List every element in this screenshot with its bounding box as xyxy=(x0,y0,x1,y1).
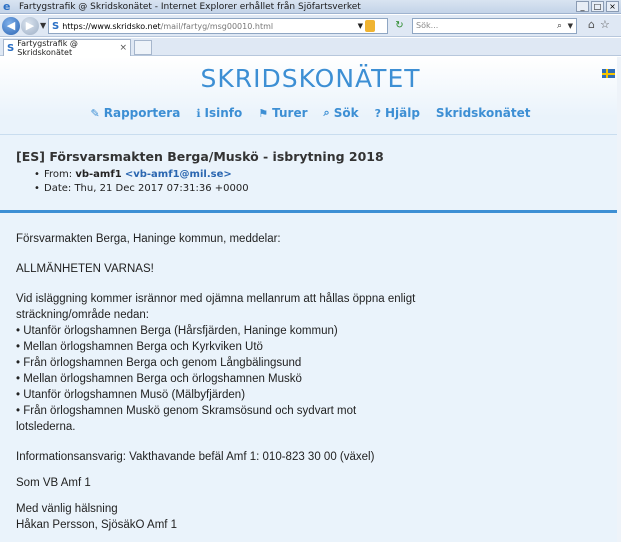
url-dropdown-icon[interactable]: ▼ xyxy=(358,22,363,30)
home-icon[interactable]: ⌂ xyxy=(588,18,595,31)
tab-favicon-icon: S xyxy=(7,42,15,54)
new-tab-button[interactable] xyxy=(134,40,152,55)
body-line: • Utanför örlogshamnen Musö (Mälbyfjärde… xyxy=(16,389,246,401)
tab-active[interactable]: S Fartygstrafik @ Skridskonätet × xyxy=(3,39,131,57)
body-line: • Mellan örlogshamnen Berga och örlogsha… xyxy=(16,373,302,385)
body-intro: Försvarmakten Berga, Haninge kommun, med… xyxy=(16,233,281,245)
history-dropdown-icon[interactable]: ▼ xyxy=(40,21,46,30)
tab-label: Fartygstrafik @ Skridskonätet xyxy=(17,39,78,57)
toolbar-icons: ⌂ ☆ xyxy=(588,18,610,31)
nav-label: Rapportera xyxy=(103,106,181,120)
search-icon: ⌕ xyxy=(323,106,330,119)
tab-row: S Fartygstrafik @ Skridskonätet × xyxy=(0,38,621,57)
from-prefix: From: xyxy=(44,169,73,180)
refresh-icon[interactable]: ↻ xyxy=(392,19,407,33)
url-path: /mail/fartyg/msg00010.html xyxy=(160,21,274,31)
nav-label: Turer xyxy=(272,106,308,120)
nav-turer[interactable]: ⚑ Turer xyxy=(258,103,307,123)
body-line: lotslederna. xyxy=(16,421,76,433)
page-scrollbar[interactable] xyxy=(617,57,621,542)
back-button[interactable]: ◀ xyxy=(2,17,20,35)
info-icon: ℹ xyxy=(196,106,201,120)
message-body: Försvarmakten Berga, Haninge kommun, med… xyxy=(16,231,612,533)
minimize-button[interactable]: _ xyxy=(576,1,589,12)
window-title: Fartygstrafik @ Skridskonätet - Internet… xyxy=(19,1,361,12)
body-line: • Mellan örlogshamnen Berga och Kyrkvike… xyxy=(16,341,263,353)
body-line: • Utanför örlogshamnen Berga (Hårsfjärde… xyxy=(16,325,338,337)
body-line: • Från örlogshamnen Muskö genom Skramsös… xyxy=(16,405,357,417)
message-title: [ES] Försvarsmakten Berga/Muskö - isbryt… xyxy=(16,149,384,164)
nav-label: Sök xyxy=(333,106,359,120)
address-bar-row: ◀ ▶ ▼ S https://www.skridsko.net /mail/f… xyxy=(0,15,621,37)
forward-button[interactable]: ▶ xyxy=(21,17,39,35)
body-sign-vb: Som VB Amf 1 xyxy=(16,477,91,489)
body-route-list: Vid isläggning kommer isrännor med ojämn… xyxy=(16,291,612,435)
body-warning: ALLMÄNHETEN VARNAS! xyxy=(16,263,154,275)
url-input[interactable]: S https://www.skridsko.net /mail/fartyg/… xyxy=(48,18,388,34)
message-date: Date: Thu, 21 Dec 2017 07:31:36 +0000 xyxy=(34,182,606,196)
nav-sok[interactable]: ⌕ Sök xyxy=(324,103,359,123)
favorites-star-icon[interactable]: ☆ xyxy=(600,18,610,31)
maximize-button[interactable]: □ xyxy=(591,1,604,12)
search-placeholder: Sök... xyxy=(416,21,439,30)
body-line: sträckning/område nedan: xyxy=(16,309,149,321)
message-meta: From: vb-amf1 <vb-amf1@mil.se> Date: Thu… xyxy=(34,168,606,196)
body-closing: Med vänlig hälsning Håkan Persson, Sjösä… xyxy=(16,501,612,533)
search-input[interactable]: Sök... ⌕ ▼ xyxy=(412,18,577,34)
window-controls: _ □ × xyxy=(576,1,619,12)
message-separator xyxy=(0,210,621,213)
closing-line: Håkan Persson, SjösäkO Amf 1 xyxy=(16,519,178,531)
swedish-flag-icon[interactable] xyxy=(602,69,615,78)
edit-icon: ✎ xyxy=(90,106,100,120)
nav-skridskonatet[interactable]: Skridskonätet xyxy=(436,103,531,123)
nav-label: Skridskonätet xyxy=(435,106,531,120)
header-divider xyxy=(0,134,621,135)
nav-label: Isinfo xyxy=(204,106,243,120)
help-icon: ? xyxy=(374,106,381,120)
close-window-button[interactable]: × xyxy=(606,1,619,12)
closing-line: Med vänlig hälsning xyxy=(16,503,118,515)
ie-icon: e xyxy=(3,0,11,13)
search-icon[interactable]: ⌕ xyxy=(557,19,562,33)
from-email-link[interactable]: <vb-amf1@mil.se> xyxy=(125,169,232,180)
site-logo[interactable]: SKRIDSKONÄTET xyxy=(0,64,621,93)
url-host: https://www.skridsko.net xyxy=(62,21,161,31)
nav-rapportera[interactable]: ✎ Rapportera xyxy=(91,103,181,123)
body-line: • Från örlogshamnen Berga och genom Lång… xyxy=(16,357,302,369)
site-favicon-icon: S xyxy=(52,20,60,32)
message-from: From: vb-amf1 <vb-amf1@mil.se> xyxy=(34,168,606,182)
flag-icon: ⚑ xyxy=(258,106,269,120)
nav-label: Hjälp xyxy=(384,106,420,120)
body-info: Informationsansvarig: Vakthavande befäl … xyxy=(16,451,375,463)
lock-icon[interactable] xyxy=(365,20,375,32)
nav-isinfo[interactable]: ℹ Isinfo xyxy=(196,103,242,123)
message-header: [ES] Försvarsmakten Berga/Muskö - isbryt… xyxy=(16,149,606,196)
tab-close-icon[interactable]: × xyxy=(119,43,127,53)
window-titlebar: e Fartygstrafik @ Skridskonätet - Intern… xyxy=(0,0,621,14)
main-nav: ✎ Rapportera ℹ Isinfo ⚑ Turer ⌕ Sök ? Hj… xyxy=(0,103,621,123)
body-line: Vid isläggning kommer isrännor med ojämn… xyxy=(16,293,416,305)
nav-hjalp[interactable]: ? Hjälp xyxy=(375,103,420,123)
page-content: SKRIDSKONÄTET ✎ Rapportera ℹ Isinfo ⚑ Tu… xyxy=(0,57,621,542)
search-dropdown-icon[interactable]: ▼ xyxy=(568,19,573,33)
from-name: vb-amf1 xyxy=(75,169,122,180)
